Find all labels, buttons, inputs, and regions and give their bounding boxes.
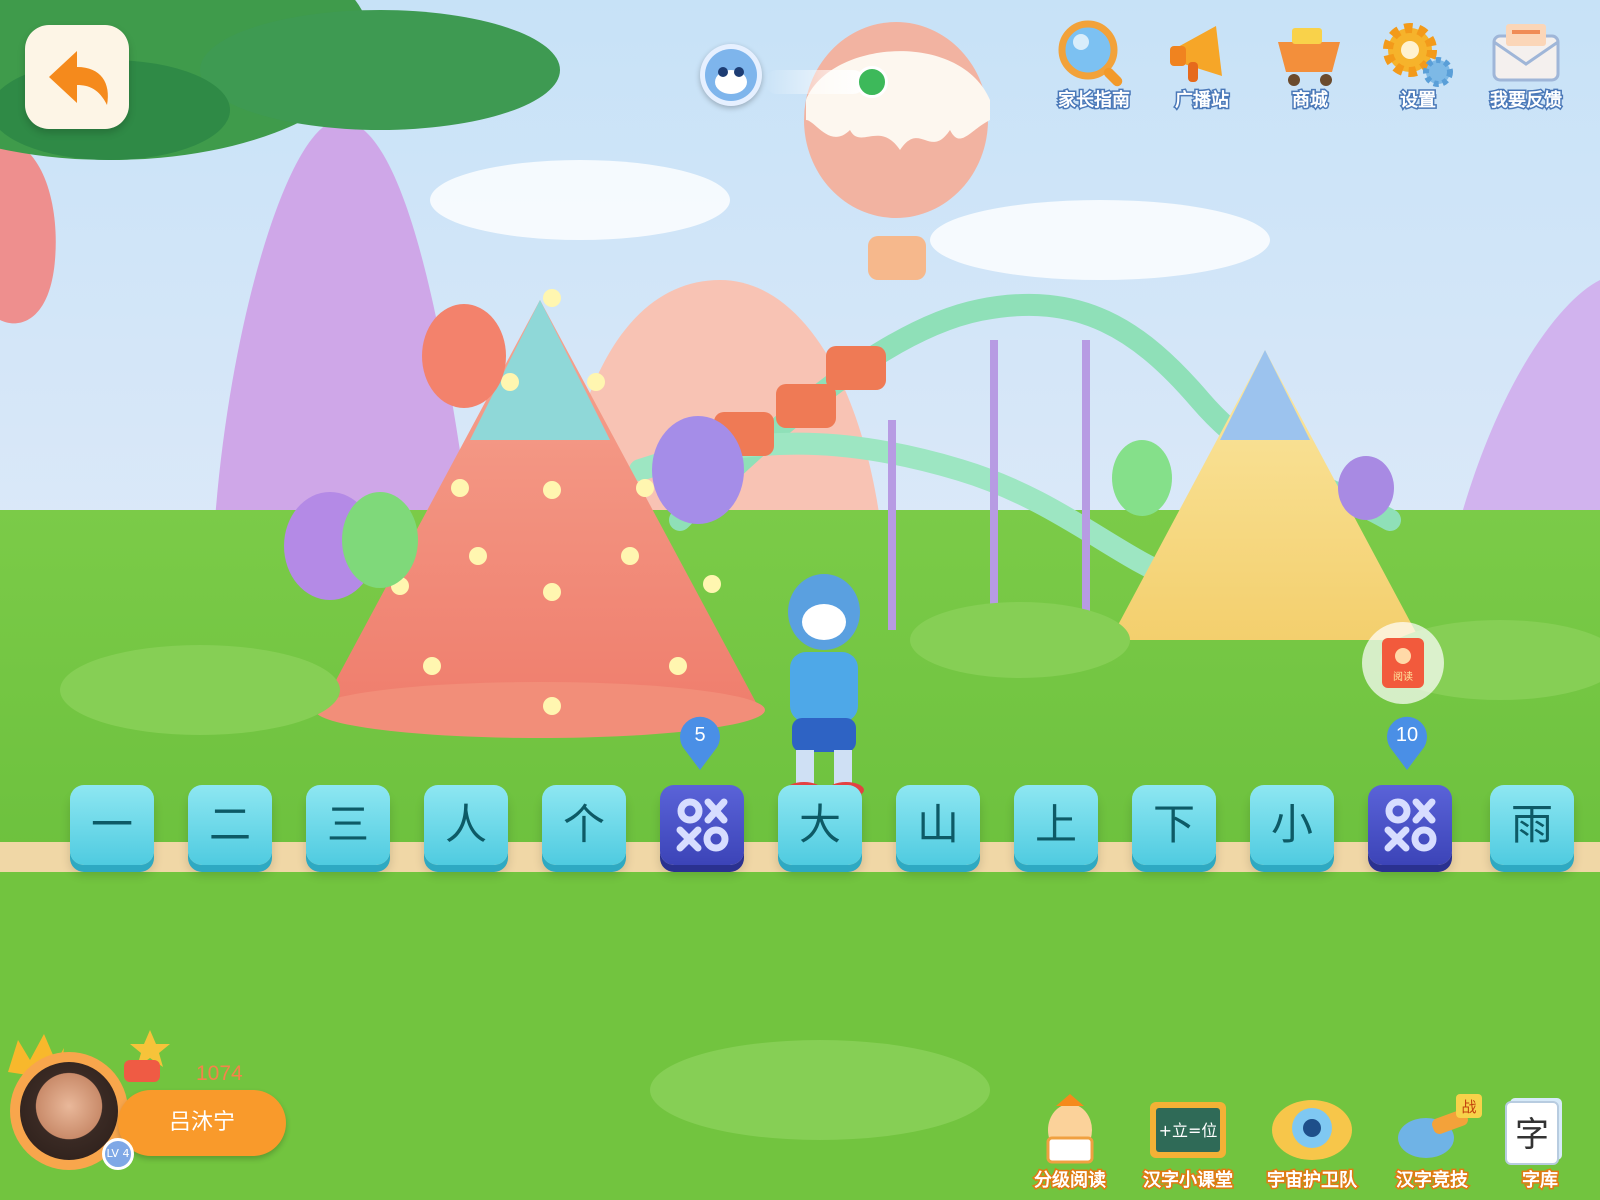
level-marker: 5 bbox=[677, 716, 723, 772]
contest-badge-text: 战 bbox=[1461, 1098, 1476, 1116]
toolbar-settings[interactable]: 设置 bbox=[1366, 18, 1470, 118]
game-tile[interactable] bbox=[1368, 785, 1452, 865]
envelope-icon bbox=[1492, 24, 1560, 82]
reading-badge-label: 阅读 bbox=[1393, 670, 1413, 683]
character-tile[interactable]: 小 bbox=[1250, 785, 1334, 865]
chalkboard-text: +立=位 bbox=[1159, 1121, 1218, 1140]
menu-label: 分级阅读 bbox=[1033, 1169, 1108, 1193]
background-art bbox=[0, 0, 1600, 1200]
points-count: 1074 bbox=[196, 1062, 243, 1085]
toolbar-label: 广播站 bbox=[1174, 89, 1231, 113]
menu-label: 汉字小课堂 bbox=[1142, 1169, 1235, 1193]
tiger-face-icon bbox=[705, 49, 757, 101]
game-scene: 家长指南 广播站 商城 设置 我要反馈 一 二 三 人 个 大 山 上 下 小 … bbox=[0, 0, 1600, 1200]
character-tile[interactable]: 一 bbox=[70, 785, 154, 865]
gear-icon bbox=[1383, 23, 1453, 87]
cannon-icon: 战 bbox=[1398, 1094, 1482, 1158]
character-card-icon: 字 bbox=[1505, 1098, 1562, 1165]
level-marker: 10 bbox=[1384, 716, 1430, 772]
menu-label: 宇宙护卫队 bbox=[1266, 1169, 1359, 1193]
menu-character-class[interactable]: +立=位 汉字小课堂 bbox=[1128, 1090, 1248, 1196]
shopping-cart-icon bbox=[1278, 28, 1340, 86]
character-tile[interactable]: 三 bbox=[306, 785, 390, 865]
user-name[interactable]: 吕沐宁 bbox=[118, 1090, 286, 1156]
toolbar-broadcast[interactable]: 广播站 bbox=[1150, 18, 1254, 118]
megaphone-icon bbox=[1170, 26, 1222, 82]
toolbar-feedback[interactable]: 我要反馈 bbox=[1474, 18, 1578, 118]
progress-avatar bbox=[700, 44, 762, 106]
character-tile[interactable]: 人 bbox=[424, 785, 508, 865]
toolbar-label: 我要反馈 bbox=[1489, 89, 1564, 113]
character-tile[interactable]: 个 bbox=[542, 785, 626, 865]
progress-track bbox=[765, 70, 865, 94]
level-marker-number: 10 bbox=[1395, 724, 1419, 746]
magnifier-icon bbox=[1058, 20, 1123, 87]
chalkboard-icon: +立=位 bbox=[1150, 1102, 1226, 1158]
character-tile[interactable]: 二 bbox=[188, 785, 272, 865]
toolbar-label: 商城 bbox=[1291, 89, 1330, 113]
toolbar-parent-guide[interactable]: 家长指南 bbox=[1042, 18, 1146, 118]
character-tile[interactable]: 上 bbox=[1014, 785, 1098, 865]
tic-tac-toe-icon bbox=[676, 798, 729, 852]
menu-character-contest[interactable]: 战 汉字竞技 bbox=[1372, 1090, 1492, 1196]
library-glyph: 字 bbox=[1515, 1115, 1549, 1155]
character-tile[interactable]: 大 bbox=[778, 785, 862, 865]
menu-label: 字库 bbox=[1521, 1169, 1560, 1193]
tic-tac-toe-icon bbox=[1384, 798, 1437, 852]
toolbar-label: 设置 bbox=[1399, 89, 1438, 113]
menu-graded-reading[interactable]: 分级阅读 bbox=[1010, 1090, 1130, 1196]
level-marker-number: 5 bbox=[694, 724, 706, 746]
level-badge: LV 4 bbox=[102, 1138, 134, 1170]
progress-indicator bbox=[856, 66, 888, 98]
robot-eye-icon bbox=[1272, 1100, 1352, 1160]
back-arrow-icon bbox=[49, 51, 108, 105]
menu-label: 汉字竞技 bbox=[1395, 1169, 1470, 1193]
book-icon: 阅读 bbox=[1382, 638, 1424, 688]
character-tile[interactable]: 雨 bbox=[1490, 785, 1574, 865]
toolbar-label: 家长指南 bbox=[1057, 89, 1132, 113]
menu-space-guard[interactable]: 宇宙护卫队 bbox=[1252, 1090, 1372, 1196]
character-tile[interactable]: 下 bbox=[1132, 785, 1216, 865]
reading-character-icon bbox=[1046, 1094, 1094, 1164]
toolbar-shop[interactable]: 商城 bbox=[1258, 18, 1362, 118]
reading-book-button[interactable]: 阅读 bbox=[1362, 622, 1444, 704]
game-tile[interactable] bbox=[660, 785, 744, 865]
menu-character-library[interactable]: 字 字库 bbox=[1480, 1090, 1600, 1196]
back-button[interactable] bbox=[25, 25, 129, 129]
character-tile[interactable]: 山 bbox=[896, 785, 980, 865]
